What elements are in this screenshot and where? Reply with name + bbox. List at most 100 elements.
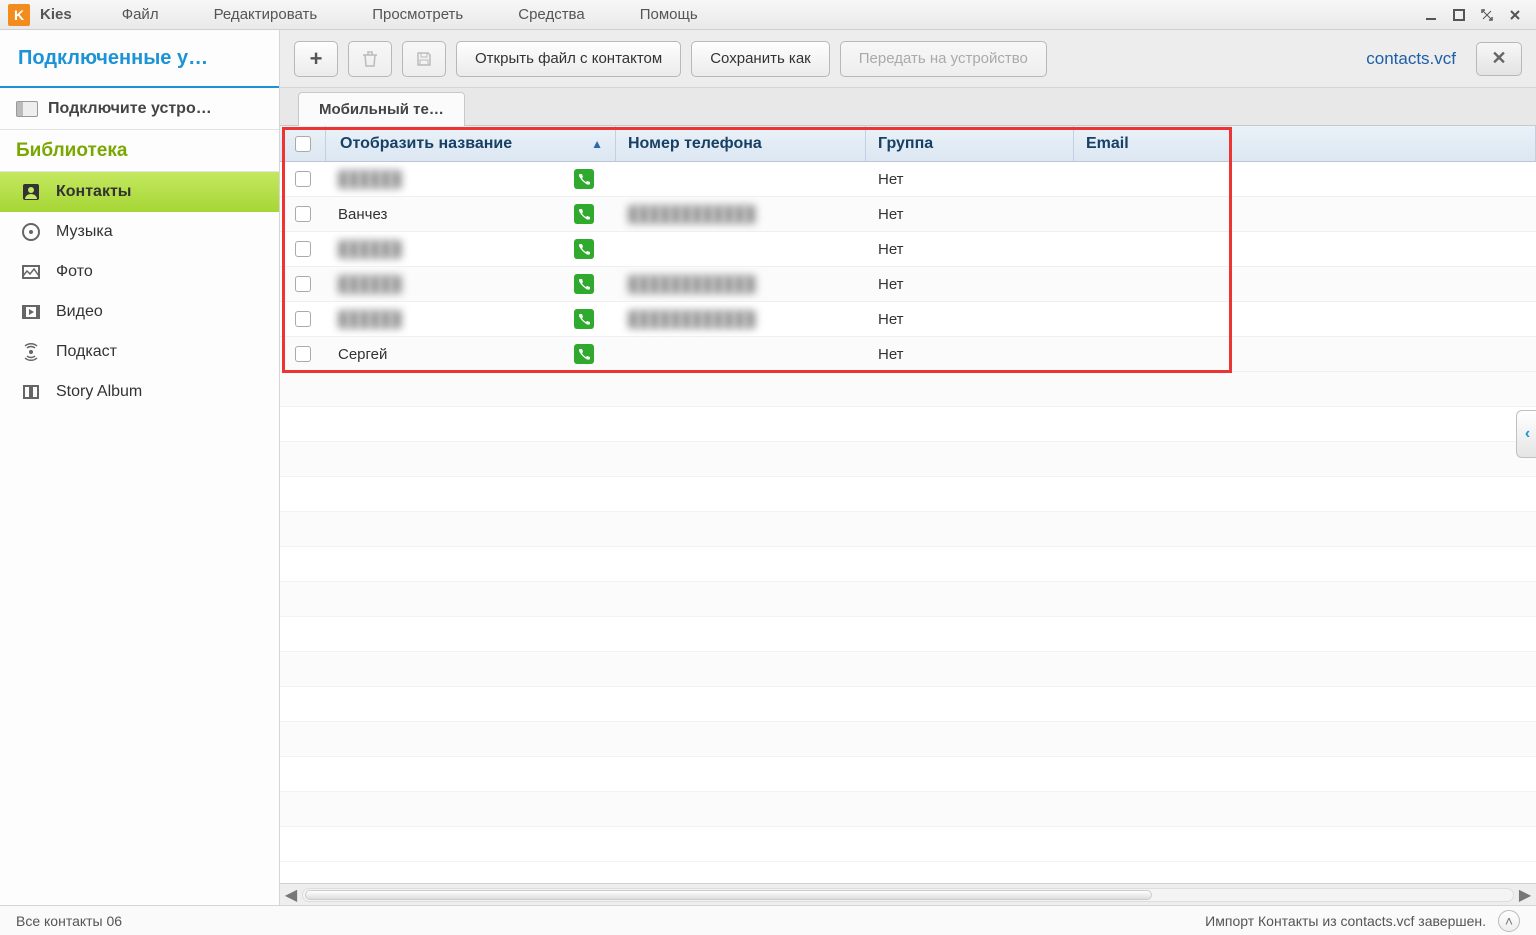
row-checkbox[interactable] [280, 197, 326, 231]
cell-phone: ████████████ [616, 302, 866, 336]
cell-email [1074, 267, 1536, 301]
scroll-left-icon[interactable]: ◀ [280, 885, 302, 905]
sidebar: Подключенные у… Подключите устро… Библио… [0, 30, 280, 905]
cell-display-name: ██████ [326, 267, 616, 301]
header-phone[interactable]: Номер телефона [616, 126, 866, 161]
plus-icon: + [310, 46, 323, 72]
cell-group: Нет [866, 162, 1074, 196]
save-as-button[interactable]: Сохранить как [691, 41, 830, 77]
cell-display-name: ██████ [326, 162, 616, 196]
tab-mobile-phone[interactable]: Мобильный те… [298, 92, 465, 126]
sidebar-item-music[interactable]: Музыка [0, 212, 279, 252]
sidebar-item-photo[interactable]: Фото [0, 252, 279, 292]
cell-display-name: ██████ [326, 302, 616, 336]
current-filename: contacts.vcf [1057, 49, 1466, 69]
header-display-name[interactable]: Отобразить название ▲ [326, 126, 616, 161]
cell-phone [616, 232, 866, 266]
table-row[interactable]: ██████████████████Нет [280, 302, 1536, 337]
sidebar-header-connected[interactable]: Подключенные у… [0, 30, 279, 88]
close-file-button[interactable]: ✕ [1476, 42, 1522, 76]
cell-phone [616, 337, 866, 371]
row-checkbox[interactable] [280, 267, 326, 301]
cell-group: Нет [866, 337, 1074, 371]
app-name: Kies [40, 6, 72, 23]
header-checkbox[interactable] [280, 126, 326, 161]
table-body: ██████НетВанчез████████████Нет██████Нет█… [280, 162, 1536, 372]
side-panel-toggle[interactable]: ‹ [1516, 410, 1536, 458]
cell-email [1074, 302, 1536, 336]
menubar: K Kies Файл Редактировать Просмотреть Ср… [0, 0, 1536, 30]
menu-edit[interactable]: Редактировать [214, 6, 318, 23]
cell-phone: ████████████ [616, 267, 866, 301]
status-right: Импорт Контакты из contacts.vcf завершен… [1205, 913, 1486, 929]
horizontal-scrollbar[interactable]: ◀ ▶ [280, 883, 1536, 905]
header-group[interactable]: Группа [866, 126, 1074, 161]
row-checkbox[interactable] [280, 302, 326, 336]
phone-badge-icon [574, 274, 594, 294]
story-album-icon [20, 381, 42, 403]
close-icon[interactable] [1506, 6, 1524, 24]
scroll-thumb[interactable] [305, 890, 1152, 900]
sidebar-item-label: Музыка [56, 223, 113, 241]
phone-badge-icon [574, 309, 594, 329]
row-checkbox[interactable] [280, 337, 326, 371]
maximize-icon[interactable] [1450, 6, 1468, 24]
chevron-up-icon: ˄ [1505, 913, 1513, 929]
cell-email [1074, 337, 1536, 371]
video-icon [20, 301, 42, 323]
status-left: Все контакты 06 [16, 913, 122, 929]
minimize-icon[interactable] [1422, 6, 1440, 24]
row-checkbox[interactable] [280, 162, 326, 196]
menu-help[interactable]: Помощь [640, 6, 698, 23]
table-row[interactable]: ██████ Нет [280, 232, 1536, 267]
photo-icon [20, 261, 42, 283]
save-button[interactable] [402, 41, 446, 77]
trash-icon [361, 50, 379, 68]
sidebar-device-label: Подключите устро… [48, 100, 212, 118]
table-row[interactable]: Сергей Нет [280, 337, 1536, 372]
statusbar: Все контакты 06 Импорт Контакты из conta… [0, 905, 1536, 935]
contacts-table: Отобразить название ▲ Номер телефона Гру… [280, 126, 1536, 883]
row-checkbox[interactable] [280, 232, 326, 266]
table-row[interactable]: Ванчез████████████Нет [280, 197, 1536, 232]
scroll-track[interactable] [302, 888, 1514, 902]
add-button[interactable]: + [294, 41, 338, 77]
menu-view[interactable]: Просмотреть [372, 6, 463, 23]
sidebar-library-header: Библиотека [0, 130, 279, 172]
menu-file[interactable]: Файл [122, 6, 159, 23]
sidebar-item-story-album[interactable]: Story Album [0, 372, 279, 412]
cell-display-name: ██████ [326, 232, 616, 266]
table-row[interactable]: ██████ Нет [280, 162, 1536, 197]
save-icon [415, 50, 433, 68]
table-header: Отобразить название ▲ Номер телефона Гру… [280, 126, 1536, 162]
phone-badge-icon [574, 169, 594, 189]
cell-group: Нет [866, 197, 1074, 231]
delete-button[interactable] [348, 41, 392, 77]
cell-group: Нет [866, 302, 1074, 336]
fullscreen-icon[interactable] [1478, 6, 1496, 24]
header-email[interactable]: Email [1074, 126, 1536, 161]
cell-phone: ████████████ [616, 197, 866, 231]
cell-display-name: Сергей [326, 337, 616, 371]
menu-tools[interactable]: Средства [518, 6, 584, 23]
cell-group: Нет [866, 267, 1074, 301]
transfer-to-device-button[interactable]: Передать на устройство [840, 41, 1047, 77]
app-logo: K [8, 4, 30, 26]
phone-badge-icon [574, 344, 594, 364]
sidebar-item-contacts[interactable]: Контакты [0, 172, 279, 212]
contact-icon [20, 181, 42, 203]
cell-group: Нет [866, 232, 1074, 266]
sidebar-device-prompt[interactable]: Подключите устро… [0, 88, 279, 130]
tabbar: Мобильный те… [280, 88, 1536, 126]
table-row[interactable]: ██████████████████Нет [280, 267, 1536, 302]
scroll-right-icon[interactable]: ▶ [1514, 885, 1536, 905]
cell-email [1074, 197, 1536, 231]
open-contact-file-button[interactable]: Открыть файл с контактом [456, 41, 681, 77]
status-expand-button[interactable]: ˄ [1498, 910, 1520, 932]
sidebar-item-video[interactable]: Видео [0, 292, 279, 332]
sidebar-item-label: Контакты [56, 183, 131, 201]
sidebar-item-podcast[interactable]: Подкаст [0, 332, 279, 372]
window-controls [1422, 6, 1536, 24]
phone-badge-icon [574, 204, 594, 224]
sidebar-item-label: Подкаст [56, 343, 117, 361]
